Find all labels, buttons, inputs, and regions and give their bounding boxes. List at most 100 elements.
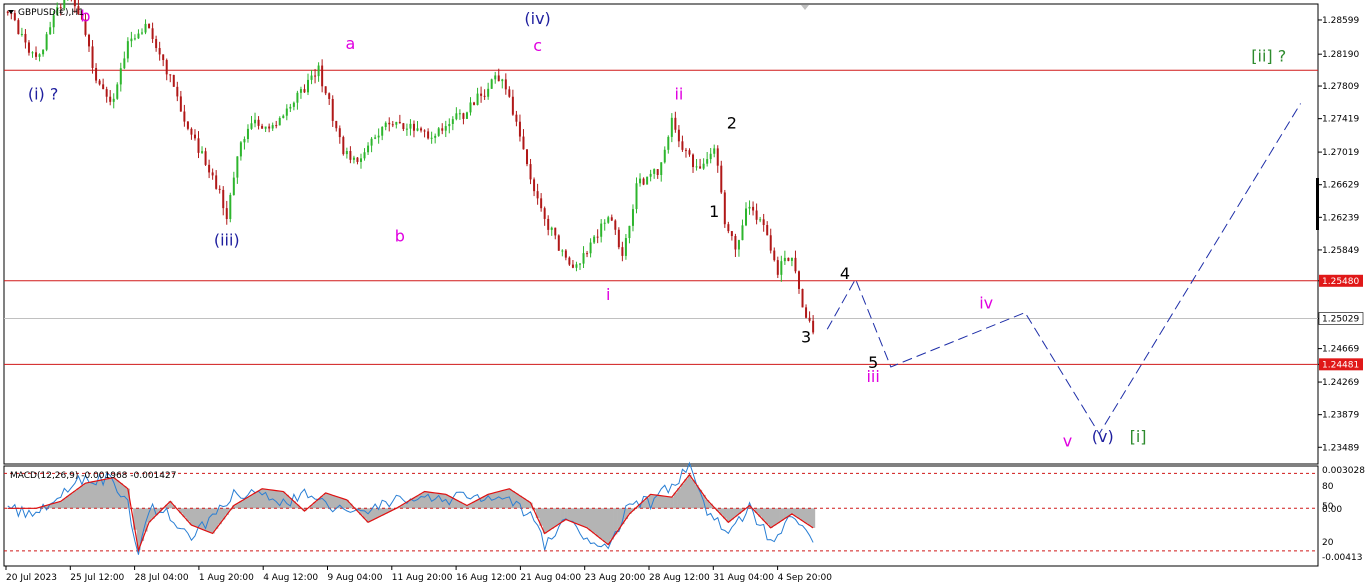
candle-body xyxy=(324,86,327,94)
candle-body xyxy=(695,166,698,168)
candle-body xyxy=(367,145,370,153)
wave-label: 4 xyxy=(840,264,850,283)
candle-body xyxy=(119,68,122,85)
candle-body xyxy=(522,136,525,150)
candle-body xyxy=(208,164,211,173)
candle-body xyxy=(420,128,423,131)
candle-body xyxy=(469,102,472,113)
x-tick-label: 1 Aug 20:00 xyxy=(199,573,254,583)
candle-body xyxy=(639,178,642,184)
candle-body xyxy=(533,179,536,192)
candle-body xyxy=(766,225,769,236)
candle-body xyxy=(741,225,744,241)
candle-body xyxy=(745,208,748,226)
candle-body xyxy=(370,138,373,146)
candle-body xyxy=(6,11,9,14)
candle-body xyxy=(614,220,617,230)
candle-body xyxy=(179,96,182,112)
candle-body xyxy=(649,173,652,177)
candle-body xyxy=(250,123,253,129)
candle-body xyxy=(409,123,412,129)
candle-body xyxy=(374,137,377,139)
candle-body xyxy=(571,264,574,268)
x-tick-label: 25 Jul 12:00 xyxy=(70,573,124,583)
candle-body xyxy=(307,79,310,93)
candle-body xyxy=(17,20,20,35)
candle-body xyxy=(769,235,772,251)
macd-histogram-bar xyxy=(670,497,674,509)
macd-histogram-bar xyxy=(549,508,554,529)
candle-body xyxy=(465,112,468,119)
candle-body xyxy=(677,129,680,142)
candle-body xyxy=(236,156,239,178)
macd-histogram-bar xyxy=(655,495,660,509)
candle-body xyxy=(497,75,500,82)
macd-tick-label: -0.00413 xyxy=(1322,553,1362,563)
y-tick-label: 1.28599 xyxy=(1322,16,1359,26)
candle-body xyxy=(268,126,271,129)
macd-histogram-bar xyxy=(253,492,258,509)
candle-body xyxy=(264,126,267,129)
candle-body xyxy=(681,141,684,150)
macd-histogram-bar xyxy=(663,496,667,509)
candle-body xyxy=(352,157,355,160)
candle-body xyxy=(536,191,539,199)
candle-body xyxy=(349,151,352,160)
price-scale-handle[interactable] xyxy=(1316,178,1319,230)
candle-body xyxy=(20,33,23,35)
candle-body xyxy=(593,236,596,243)
price-panel-frame[interactable] xyxy=(3,3,1319,465)
candle-body xyxy=(699,166,702,169)
macd-histogram-bar xyxy=(97,480,102,509)
candle-body xyxy=(356,157,359,162)
candle-body xyxy=(787,257,790,261)
candle-body xyxy=(487,88,490,97)
candle-body xyxy=(148,23,151,29)
candle-body xyxy=(158,48,161,55)
wave-label: v xyxy=(1063,431,1072,450)
price-axis[interactable]: 1.28599 1.28190 1.27809 1.27419 1.27019 1.266… xyxy=(1316,16,1364,453)
candle-body xyxy=(27,42,30,53)
candle-body xyxy=(561,250,564,252)
candle-body xyxy=(95,67,98,81)
candle-body xyxy=(476,93,479,105)
candle-body xyxy=(575,264,578,268)
candle-body xyxy=(586,253,589,255)
candle-body xyxy=(381,126,384,136)
macd-histogram-bar xyxy=(133,508,137,530)
candle-body xyxy=(88,34,91,47)
candle-body xyxy=(292,102,295,107)
macd-histogram-bar xyxy=(373,508,378,519)
candle-body xyxy=(398,121,401,124)
candle-body xyxy=(144,23,147,33)
candle-body xyxy=(752,206,755,211)
macd-histogram-bar xyxy=(504,489,508,509)
candle-body xyxy=(434,135,437,138)
candle-body xyxy=(812,320,815,333)
wave-label: i xyxy=(606,285,610,304)
wave-label: 1 xyxy=(709,202,719,221)
macd-histogram-bar xyxy=(585,508,590,528)
candle-body xyxy=(201,151,204,153)
macd-histogram-bar xyxy=(595,508,600,537)
macd-histogram-bar xyxy=(779,508,784,521)
macd-histogram-bar xyxy=(90,481,95,509)
macd-histogram-bar xyxy=(415,495,420,509)
macd-histogram-bar xyxy=(610,508,614,540)
chart-window[interactable]: 1.28599 1.28190 1.27809 1.27419 1.27019 1.266… xyxy=(0,0,1366,588)
candle-body xyxy=(547,218,550,230)
macd-histogram-bar xyxy=(691,479,696,509)
candle-body xyxy=(225,208,228,219)
candle-body xyxy=(254,119,257,124)
time-axis[interactable]: 20 Jul 2023 25 Jul 12:00 28 Jul 04:00 1 Aug… xyxy=(5,566,832,583)
candle-body xyxy=(91,46,94,68)
candle-body xyxy=(211,172,214,176)
candle-body xyxy=(275,125,278,127)
candle-body xyxy=(501,79,504,82)
macd-histogram-bar xyxy=(58,501,63,509)
candle-body xyxy=(416,128,419,131)
candle-body xyxy=(526,149,529,165)
candle-body xyxy=(656,169,659,175)
y-tick-label: 1.25029 xyxy=(1322,314,1359,324)
candle-body xyxy=(642,178,645,185)
